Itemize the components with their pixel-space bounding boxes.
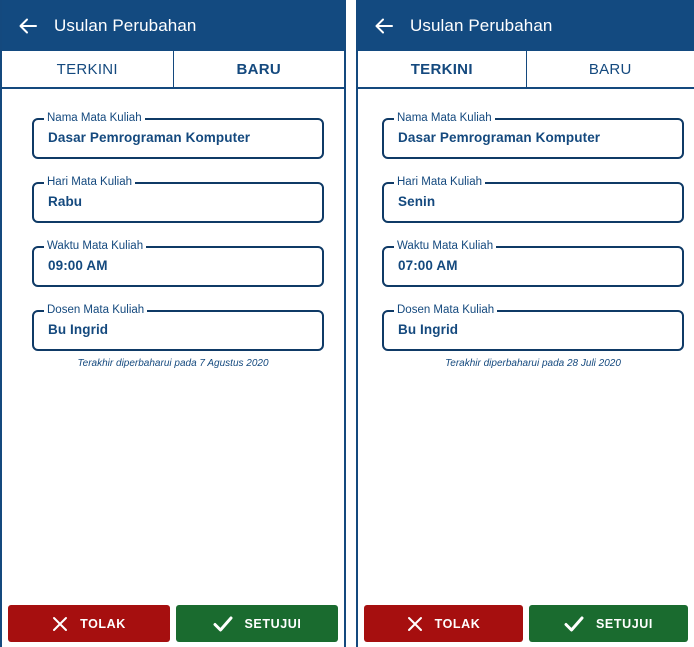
field-value: 09:00 AM — [48, 258, 108, 273]
tab-baru[interactable]: BARU — [525, 51, 694, 87]
tab-terkini[interactable]: TERKINI — [2, 51, 173, 87]
field-label: Nama Mata Kuliah — [44, 111, 145, 125]
checkmark-icon — [213, 616, 232, 631]
course-name-field: Nama Mata Kuliah Dasar Pemrograman Kompu… — [382, 111, 684, 159]
field-label: Dosen Mata Kuliah — [44, 303, 148, 317]
field-label: Waktu Mata Kuliah — [394, 239, 497, 253]
field-value: Bu Ingrid — [48, 322, 109, 337]
approve-button[interactable]: SETUJUI — [529, 605, 688, 642]
page-title: Usulan Perubahan — [410, 15, 553, 35]
arrow-left-icon — [19, 18, 37, 33]
field-value: Bu Ingrid — [398, 322, 459, 337]
course-form: Nama Mata Kuliah Dasar Pemrograman Kompu… — [2, 89, 344, 369]
reject-button[interactable]: TOLAK — [8, 605, 170, 642]
field-value: Senin — [398, 194, 436, 209]
field-value: Dasar Pemrograman Komputer — [398, 130, 601, 145]
course-form: Nama Mata Kuliah Dasar Pemrograman Kompu… — [358, 89, 694, 369]
course-name-field: Nama Mata Kuliah Dasar Pemrograman Kompu… — [32, 111, 324, 159]
tab-bar: TERKINI BARU — [2, 51, 344, 89]
last-updated-text: Terakhir diperbaharui pada 28 Juli 2020 — [445, 358, 621, 369]
close-icon — [53, 616, 68, 631]
course-day-field: Hari Mata Kuliah Senin — [382, 175, 684, 223]
field-label: Nama Mata Kuliah — [394, 111, 495, 125]
close-icon — [407, 616, 422, 631]
field-value: Rabu — [48, 194, 83, 209]
approve-label: SETUJUI — [596, 616, 653, 631]
course-time-field: Waktu Mata Kuliah 07:00 AM — [382, 239, 684, 287]
back-button[interactable] — [14, 12, 42, 40]
screen-baru: Usulan Perubahan TERKINI BARU Nama Mata … — [0, 0, 346, 647]
tab-terkini[interactable]: TERKINI — [358, 51, 526, 87]
course-time-field: Waktu Mata Kuliah 09:00 AM — [32, 239, 324, 287]
reject-button[interactable]: TOLAK — [364, 605, 523, 642]
back-button[interactable] — [370, 12, 398, 40]
reject-label: TOLAK — [434, 616, 481, 631]
reject-label: TOLAK — [80, 616, 126, 631]
tab-bar: TERKINI BARU — [358, 51, 694, 89]
arrow-left-icon — [375, 18, 393, 33]
action-bar: TOLAK SETUJUI — [2, 605, 344, 642]
action-bar: TOLAK SETUJUI — [358, 605, 694, 642]
field-label: Hari Mata Kuliah — [394, 175, 486, 189]
course-lecturer-field: Dosen Mata Kuliah Bu Ingrid — [382, 303, 684, 351]
screen-terkini: Usulan Perubahan TERKINI BARU Nama Mata … — [356, 0, 694, 647]
tab-baru[interactable]: BARU — [172, 51, 345, 87]
approve-label: SETUJUI — [244, 616, 302, 631]
app-bar: Usulan Perubahan — [2, 0, 344, 51]
approve-button[interactable]: SETUJUI — [176, 605, 338, 642]
field-value: Dasar Pemrograman Komputer — [48, 130, 251, 145]
field-label: Dosen Mata Kuliah — [394, 303, 498, 317]
app-bar: Usulan Perubahan — [358, 0, 694, 51]
checkmark-icon — [564, 616, 584, 631]
field-label: Waktu Mata Kuliah — [44, 239, 147, 253]
last-updated-text: Terakhir diperbaharui pada 7 Agustus 202… — [77, 358, 269, 369]
course-lecturer-field: Dosen Mata Kuliah Bu Ingrid — [32, 303, 324, 351]
field-value: 07:00 AM — [398, 258, 458, 273]
page-title: Usulan Perubahan — [54, 15, 197, 35]
field-label: Hari Mata Kuliah — [44, 175, 136, 189]
course-day-field: Hari Mata Kuliah Rabu — [32, 175, 324, 223]
